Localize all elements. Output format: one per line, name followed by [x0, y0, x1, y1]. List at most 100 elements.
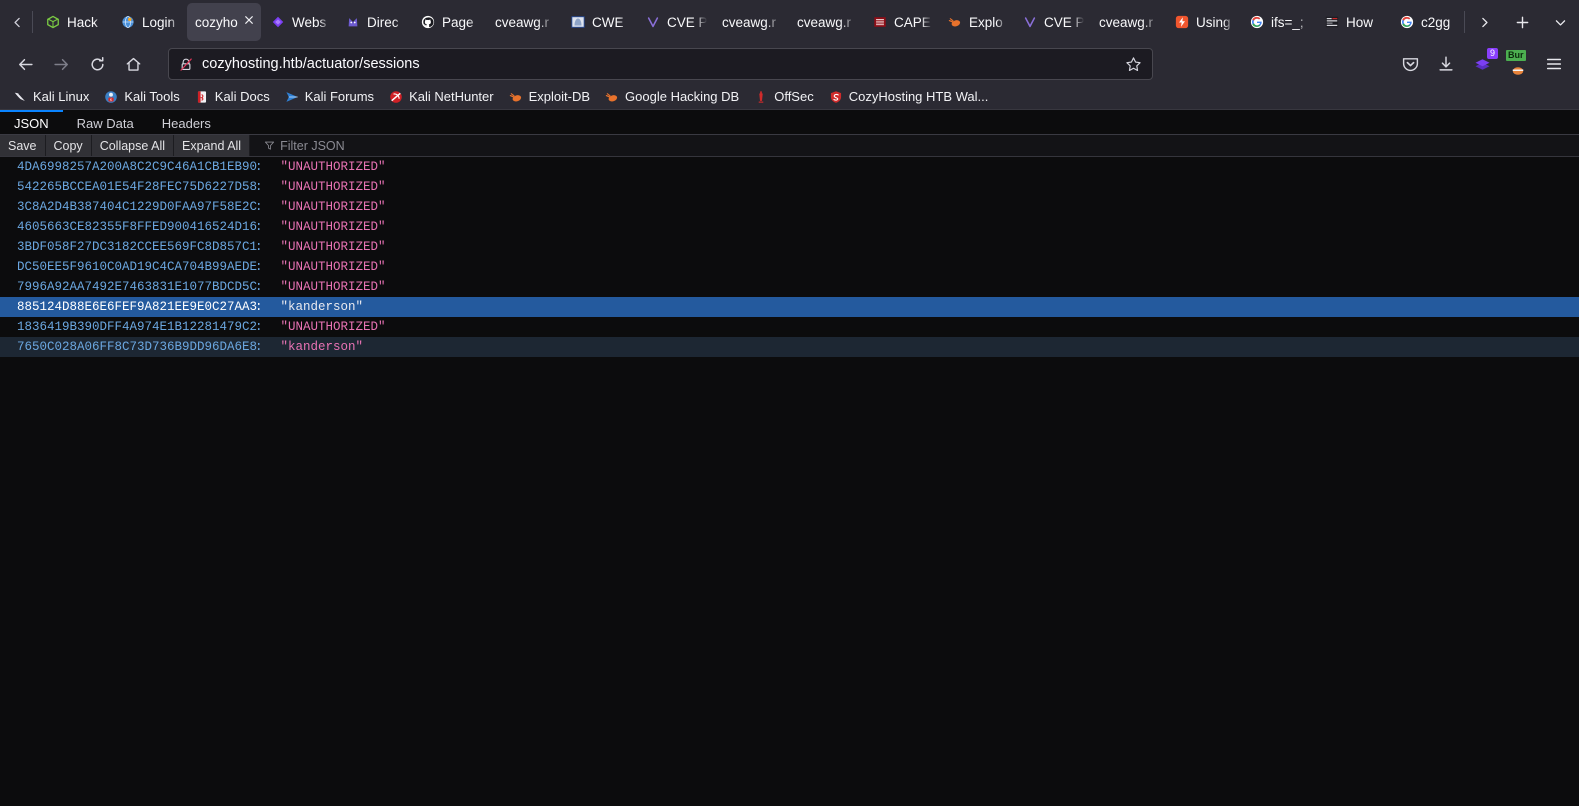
json-key[interactable]: 7650C028A06FF8C73D736B9DD96DA6E8	[17, 340, 257, 354]
reload-button[interactable]	[80, 48, 114, 80]
offsec-icon	[758, 90, 764, 103]
json-value[interactable]: "UNAUTHORIZED"	[281, 180, 386, 194]
json-value[interactable]: "UNAUTHORIZED"	[281, 280, 386, 294]
pocket-button[interactable]	[1393, 48, 1427, 80]
json-colon: :	[255, 260, 263, 274]
browser-tab[interactable]: cveawg.r	[714, 3, 788, 41]
json-toolbar-save-button[interactable]: Save	[0, 135, 46, 156]
json-row[interactable]: 3C8A2D4B387404C1229D0FAA97F58E2C: "UNAUTH…	[0, 197, 1579, 217]
browser-tab[interactable]: How	[1316, 3, 1390, 41]
json-viewer-toolbar: Save Copy Collapse All Expand All Filter JS…	[0, 135, 1579, 157]
json-row[interactable]: 1836419B390DFF4A974E1B12281479C2: "UNAUTH…	[0, 317, 1579, 337]
browser-tab[interactable]: cveawg.r	[487, 3, 561, 41]
browser-tab[interactable]: Explo	[939, 3, 1013, 41]
tab-label: ifs=_;	[1271, 14, 1304, 30]
json-key[interactable]: 3C8A2D4B387404C1229D0FAA97F58E2C	[17, 200, 257, 214]
google-icon	[1400, 15, 1414, 29]
json-colon: :	[255, 180, 263, 194]
json-value[interactable]: "kanderson"	[281, 340, 364, 354]
json-key[interactable]: DC50EE5F9610C0AD19C4CA704B99AEDE	[17, 260, 257, 274]
bookmark-item[interactable]: K Kali Tools	[97, 87, 185, 107]
extension-wappalyzer-button[interactable]: 9	[1465, 48, 1499, 80]
browser-tab[interactable]: Direc	[337, 3, 411, 41]
browser-tab[interactable]: Page	[412, 3, 486, 41]
json-key[interactable]: 3BDF058F27DC3182CCEE569FC8D857C1	[17, 240, 257, 254]
bookmark-item[interactable]: Google Hacking DB	[598, 87, 745, 107]
json-value[interactable]: "kanderson"	[281, 300, 364, 314]
json-row[interactable]: 542265BCCEA01E54F28FEC75D6227D58: "UNAUTH…	[0, 177, 1579, 197]
bookmark-item[interactable]: Kali Forums	[278, 87, 380, 107]
bookmark-label: OffSec	[774, 89, 814, 104]
json-row[interactable]: 885124D88E6E6FEF9A821EE9E0C27AA3: "kander…	[0, 297, 1579, 317]
json-viewer-tab-raw-data[interactable]: Raw Data	[63, 110, 148, 134]
globe-icon	[122, 16, 134, 28]
close-tab-button[interactable]	[241, 14, 257, 30]
json-key[interactable]: 542265BCCEA01E54F28FEC75D6227D58	[17, 180, 257, 194]
tab-label: c2gg	[1421, 14, 1451, 30]
json-colon: :	[255, 200, 263, 214]
browser-tab[interactable]: Hack	[37, 3, 111, 41]
forward-button[interactable]	[44, 48, 78, 80]
json-key[interactable]: 1836419B390DFF4A974E1B12281479C2	[17, 320, 257, 334]
back-button[interactable]	[8, 48, 42, 80]
json-row[interactable]: 7996A92AA7492E7463831E1077BDCD5C: "UNAUTH…	[0, 277, 1579, 297]
list-all-tabs-button[interactable]	[1541, 0, 1579, 44]
insecure-lock-icon[interactable]	[179, 57, 194, 72]
json-key[interactable]: 4605663CE82355F8FFED900416524D16	[17, 220, 257, 234]
v-icon	[647, 17, 659, 28]
downloads-button[interactable]	[1429, 48, 1463, 80]
json-key[interactable]: 885124D88E6E6FEF9A821EE9E0C27AA3	[17, 300, 257, 314]
json-value[interactable]: "UNAUTHORIZED"	[281, 160, 386, 174]
extension-burp-button[interactable]: Bur	[1501, 48, 1535, 80]
browser-tab[interactable]: Login	[112, 3, 186, 41]
app-menu-button[interactable]	[1537, 48, 1571, 80]
bookmark-star-button[interactable]	[1121, 56, 1146, 73]
json-toolbar-expand-all-button[interactable]: Expand All	[174, 135, 251, 156]
browser-tab[interactable]: CAPE	[864, 3, 938, 41]
browser-tab[interactable]: CVE P	[1014, 3, 1090, 41]
json-row[interactable]: DC50EE5F9610C0AD19C4CA704B99AEDE: "UNAUTH…	[0, 257, 1579, 277]
url-text[interactable]: cozyhosting.htb/actuator/sessions	[202, 56, 1113, 72]
json-value[interactable]: "UNAUTHORIZED"	[281, 220, 386, 234]
bookmark-item[interactable]: CozyHosting HTB Wal...	[822, 87, 995, 107]
json-rows: 4DA6998257A200A8C2C9C46A1CB1EB90: "UNAUTH…	[0, 157, 1579, 357]
download-icon	[1439, 56, 1453, 71]
filter-json-input[interactable]: Filter JSON	[254, 135, 1579, 156]
url-bar[interactable]: cozyhosting.htb/actuator/sessions	[168, 48, 1153, 80]
tab-label: CWE	[592, 14, 624, 30]
bookmark-item[interactable]: OffSec	[747, 87, 820, 107]
json-value[interactable]: "UNAUTHORIZED"	[281, 200, 386, 214]
new-tab-button[interactable]	[1503, 0, 1541, 44]
browser-tab[interactable]: CVE P	[637, 3, 713, 41]
browser-tab[interactable]: cveawg.r	[1091, 3, 1165, 41]
json-value[interactable]: "UNAUTHORIZED"	[281, 320, 386, 334]
browser-tab[interactable]: Webs	[262, 3, 336, 41]
browser-tab[interactable]: CWE	[562, 3, 636, 41]
browser-tab[interactable]: ifs=_;	[1241, 3, 1315, 41]
json-row[interactable]: 4DA6998257A200A8C2C9C46A1CB1EB90: "UNAUTH…	[0, 157, 1579, 177]
bookmark-label: CozyHosting HTB Wal...	[848, 89, 989, 104]
tab-favicon	[1399, 14, 1415, 30]
json-key[interactable]: 4DA6998257A200A8C2C9C46A1CB1EB90	[17, 160, 257, 174]
json-toolbar-collapse-all-button[interactable]: Collapse All	[91, 135, 175, 156]
browser-tab-active[interactable]: cozyho	[187, 3, 261, 41]
json-row[interactable]: 7650C028A06FF8C73D736B9DD96DA6E8: "kander…	[0, 337, 1579, 357]
json-row[interactable]: 4605663CE82355F8FFED900416524D16: "UNAUTH…	[0, 217, 1579, 237]
scroll-tabs-right-button[interactable]	[1465, 0, 1503, 44]
bookmark-item[interactable]: Kali NetHunter	[382, 87, 500, 107]
bookmark-item[interactable]: Kali Linux	[6, 87, 95, 107]
bookmark-item[interactable]: Kali Docs	[188, 87, 276, 107]
browser-tab[interactable]: c2gg	[1391, 3, 1464, 41]
json-row[interactable]: 3BDF058F27DC3182CCEE569FC8D857C1: "UNAUTH…	[0, 237, 1579, 257]
json-key[interactable]: 7996A92AA7492E7463831E1077BDCD5C	[17, 280, 257, 294]
home-button[interactable]	[116, 48, 150, 80]
json-value[interactable]: "UNAUTHORIZED"	[281, 240, 386, 254]
scroll-tabs-left-button[interactable]	[2, 0, 32, 44]
browser-tab[interactable]: cveawg.r	[789, 3, 863, 41]
browser-tab[interactable]: Using	[1166, 3, 1240, 41]
json-toolbar-copy-button[interactable]: Copy	[45, 135, 92, 156]
json-value[interactable]: "UNAUTHORIZED"	[281, 260, 386, 274]
json-viewer-tab-json[interactable]: JSON	[0, 110, 63, 134]
bookmark-item[interactable]: Exploit-DB	[502, 87, 596, 107]
json-viewer-tab-headers[interactable]: Headers	[148, 110, 225, 134]
